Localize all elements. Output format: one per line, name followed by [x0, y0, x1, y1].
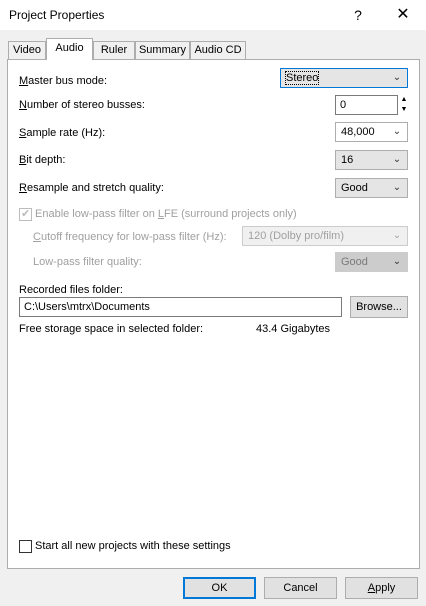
tab-video[interactable]: Video [8, 41, 46, 59]
recorded-folder-label: Recorded files folder: [19, 284, 123, 296]
chevron-down-icon: ⌄ [392, 256, 402, 267]
lowpass-quality-select[interactable]: Good ⌄ [335, 252, 408, 272]
sample-rate-value: 48,000 [341, 126, 375, 138]
tab-audio[interactable]: Audio [46, 38, 93, 60]
chevron-down-icon: ⌄ [392, 126, 402, 137]
stereo-busses-input[interactable]: 0 [335, 95, 398, 115]
help-icon[interactable]: ? [344, 0, 372, 30]
spin-down-icon[interactable]: ▼ [398, 105, 410, 115]
free-storage-value: 43.4 Gigabytes [256, 323, 330, 335]
cutoff-frequency-label: Cutoff frequency for low-pass filter (Hz… [33, 231, 227, 243]
bit-depth-label: Bit depth: [19, 154, 66, 166]
lowpass-filter-checkbox[interactable]: ✔ [19, 208, 32, 221]
chevron-down-icon: ⌄ [392, 182, 402, 193]
sample-rate-select[interactable]: 48,000 ⌄ [335, 122, 408, 142]
ok-button[interactable]: OK [183, 577, 256, 599]
lowpass-quality-label: Low-pass filter quality: [33, 256, 142, 268]
apply-button[interactable]: Apply [345, 577, 418, 599]
check-icon: ✔ [21, 208, 31, 220]
bit-depth-value: 16 [341, 154, 354, 166]
lowpass-quality-value: Good [341, 256, 368, 268]
master-bus-mode-value: Stereo [284, 71, 320, 85]
tab-audio-cd[interactable]: Audio CD [190, 41, 246, 59]
cutoff-frequency-select[interactable]: 120 (Dolby pro/film) ⌄ [242, 226, 408, 246]
resample-quality-select[interactable]: Good ⌄ [335, 178, 408, 198]
stereo-busses-stepper[interactable]: ▲ ▼ [398, 95, 410, 115]
resample-quality-label: Resample and stretch quality: [19, 182, 164, 194]
recorded-folder-value: C:\Users\mtrx\Documents [24, 301, 150, 313]
title-bar: Project Properties ? ✕ [0, 0, 426, 30]
master-bus-mode-select[interactable]: Stereo ⌄ [280, 68, 408, 88]
stereo-busses-value: 0 [340, 99, 347, 111]
cutoff-frequency-value: 120 (Dolby pro/film) [248, 230, 344, 242]
chevron-down-icon: ⌄ [392, 154, 402, 165]
tab-summary[interactable]: Summary [135, 41, 190, 59]
chevron-down-icon: ⌄ [392, 230, 402, 241]
recorded-folder-input[interactable]: C:\Users\mtrx\Documents [19, 297, 342, 317]
resample-quality-value: Good [341, 182, 368, 194]
close-icon[interactable]: ✕ [388, 0, 418, 30]
tab-ruler[interactable]: Ruler [93, 41, 135, 59]
master-bus-mode-label: Master bus mode: [19, 75, 108, 87]
cancel-button[interactable]: Cancel [264, 577, 337, 599]
lowpass-filter-label: Enable low-pass filter on LFE (surround … [35, 208, 297, 220]
spin-up-icon[interactable]: ▲ [398, 95, 410, 105]
window-title: Project Properties [9, 8, 105, 22]
stereo-busses-label: Number of stereo busses: [19, 99, 145, 111]
bit-depth-select[interactable]: 16 ⌄ [335, 150, 408, 170]
chevron-down-icon: ⌄ [392, 72, 402, 83]
start-all-projects-checkbox[interactable] [19, 540, 32, 553]
sample-rate-label: Sample rate (Hz): [19, 127, 106, 139]
start-all-projects-label: Start all new projects with these settin… [35, 540, 231, 552]
free-storage-label: Free storage space in selected folder: [19, 323, 204, 335]
browse-button[interactable]: Browse... [350, 296, 408, 318]
